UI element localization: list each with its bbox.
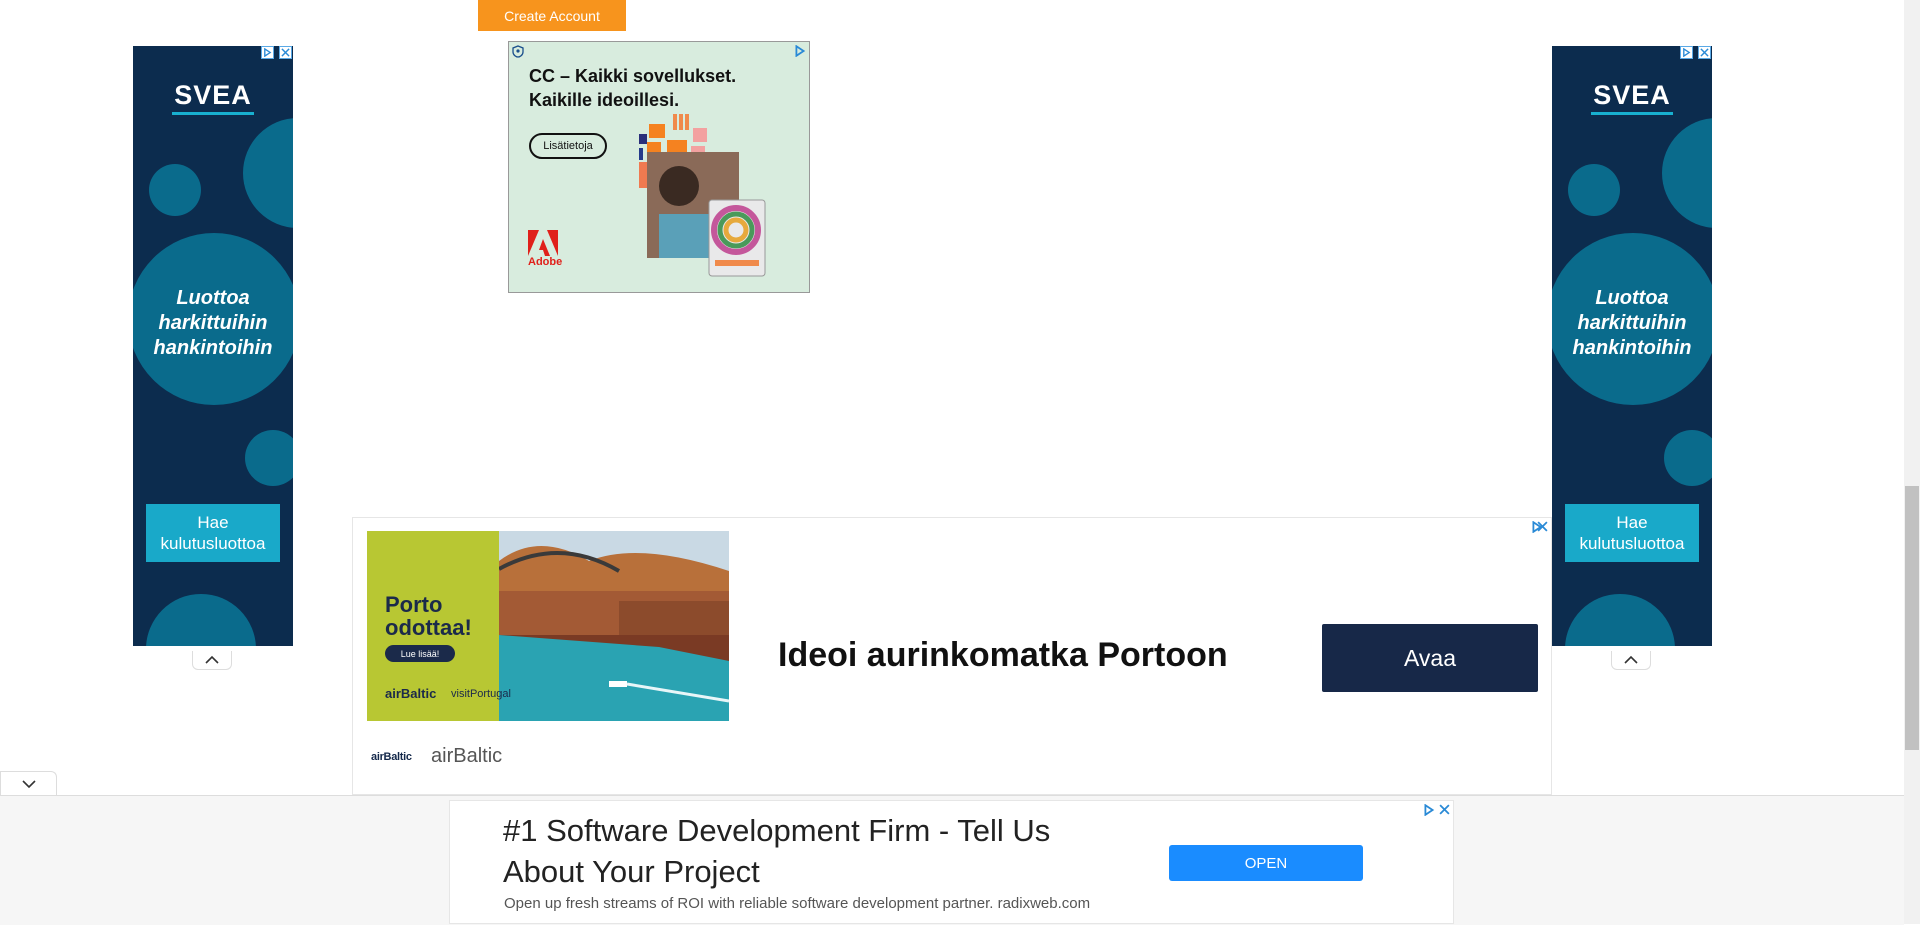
adchoices-icon[interactable] [261, 46, 274, 59]
collapse-bottom-bar-button[interactable] [0, 771, 57, 795]
airbaltic-headline[interactable]: Ideoi aurinkomatka Portoon [778, 636, 1228, 675]
create-account-button[interactable]: Create Account [478, 0, 626, 31]
adobe-ad[interactable]: CC – Kaikki sovellukset. Kaikille ideoil… [508, 41, 810, 293]
avaa-button[interactable]: Avaa [1322, 624, 1538, 692]
adobe-brand-label: Adobe [528, 256, 563, 268]
adobe-headline: CC – Kaikki sovellukset. Kaikille ideoil… [529, 66, 737, 110]
collapse-left-ad-button[interactable] [192, 651, 232, 670]
chevron-up-icon [205, 655, 219, 664]
adobe-logo-icon [528, 230, 558, 256]
svea-logo: SVEA [174, 80, 252, 110]
software-dev-ad[interactable]: #1 Software Development Firm - Tell Us A… [449, 800, 1454, 924]
chevron-up-icon [1624, 655, 1638, 664]
advertiser-name[interactable]: airBaltic [431, 745, 502, 768]
svea-logo: SVEA [1593, 80, 1671, 110]
banner-cta: Lue lisää! [385, 645, 455, 662]
page-scrollbar[interactable] [1904, 0, 1920, 924]
svea-cta-button[interactable]: Hae kulutusluottoa [1565, 504, 1699, 562]
open-button[interactable]: OPEN [1169, 845, 1363, 881]
close-icon[interactable] [1438, 803, 1451, 816]
adobe-cta-button[interactable]: Lisätietoja [529, 133, 607, 159]
airbaltic-ad[interactable]: Porto odottaa! Lue lisää! airBaltic visi… [352, 517, 1552, 795]
svea-ad-right[interactable]: SVEA Luottoa harkittuihin hankintoihin H… [1552, 46, 1712, 646]
banner-visitportugal-logo: visitPortugal [451, 688, 511, 700]
close-icon[interactable] [279, 46, 292, 59]
porto-banner-image[interactable]: Porto odottaa! Lue lisää! airBaltic visi… [367, 531, 729, 721]
advertiser-logo: airBaltic [371, 751, 412, 763]
banner-airbaltic-logo: airBaltic [385, 686, 437, 701]
close-icon[interactable] [1698, 46, 1711, 59]
adchoices-icon[interactable] [794, 44, 806, 62]
banner-headline: Porto odottaa! [385, 592, 472, 640]
adchoices-icon[interactable] [1423, 803, 1435, 821]
svea-cta-button[interactable]: Hae kulutusluottoa [146, 504, 280, 562]
close-icon[interactable] [1536, 520, 1549, 533]
scrollbar-thumb[interactable] [1905, 486, 1919, 750]
svea-ad-left[interactable]: SVEA Luottoa harkittuihin hankintoihin H… [133, 46, 293, 646]
svea-tagline: Luottoa harkittuihin hankintoihin [153, 287, 273, 359]
adchoices-icon[interactable] [1680, 46, 1693, 59]
collapse-right-ad-button[interactable] [1611, 651, 1651, 670]
svea-logo-underline [172, 112, 254, 115]
svea-tagline: Luottoa harkittuihin hankintoihin [1572, 287, 1692, 359]
adobe-illustration [639, 114, 766, 277]
privacy-shield-icon[interactable] [512, 45, 524, 58]
chevron-down-icon [21, 779, 36, 788]
software-ad-title[interactable]: #1 Software Development Firm - Tell Us A… [503, 810, 1123, 892]
software-ad-description: Open up fresh streams of ROI with reliab… [504, 895, 1091, 912]
porto-photo [499, 531, 729, 721]
svea-logo-underline [1591, 112, 1673, 115]
